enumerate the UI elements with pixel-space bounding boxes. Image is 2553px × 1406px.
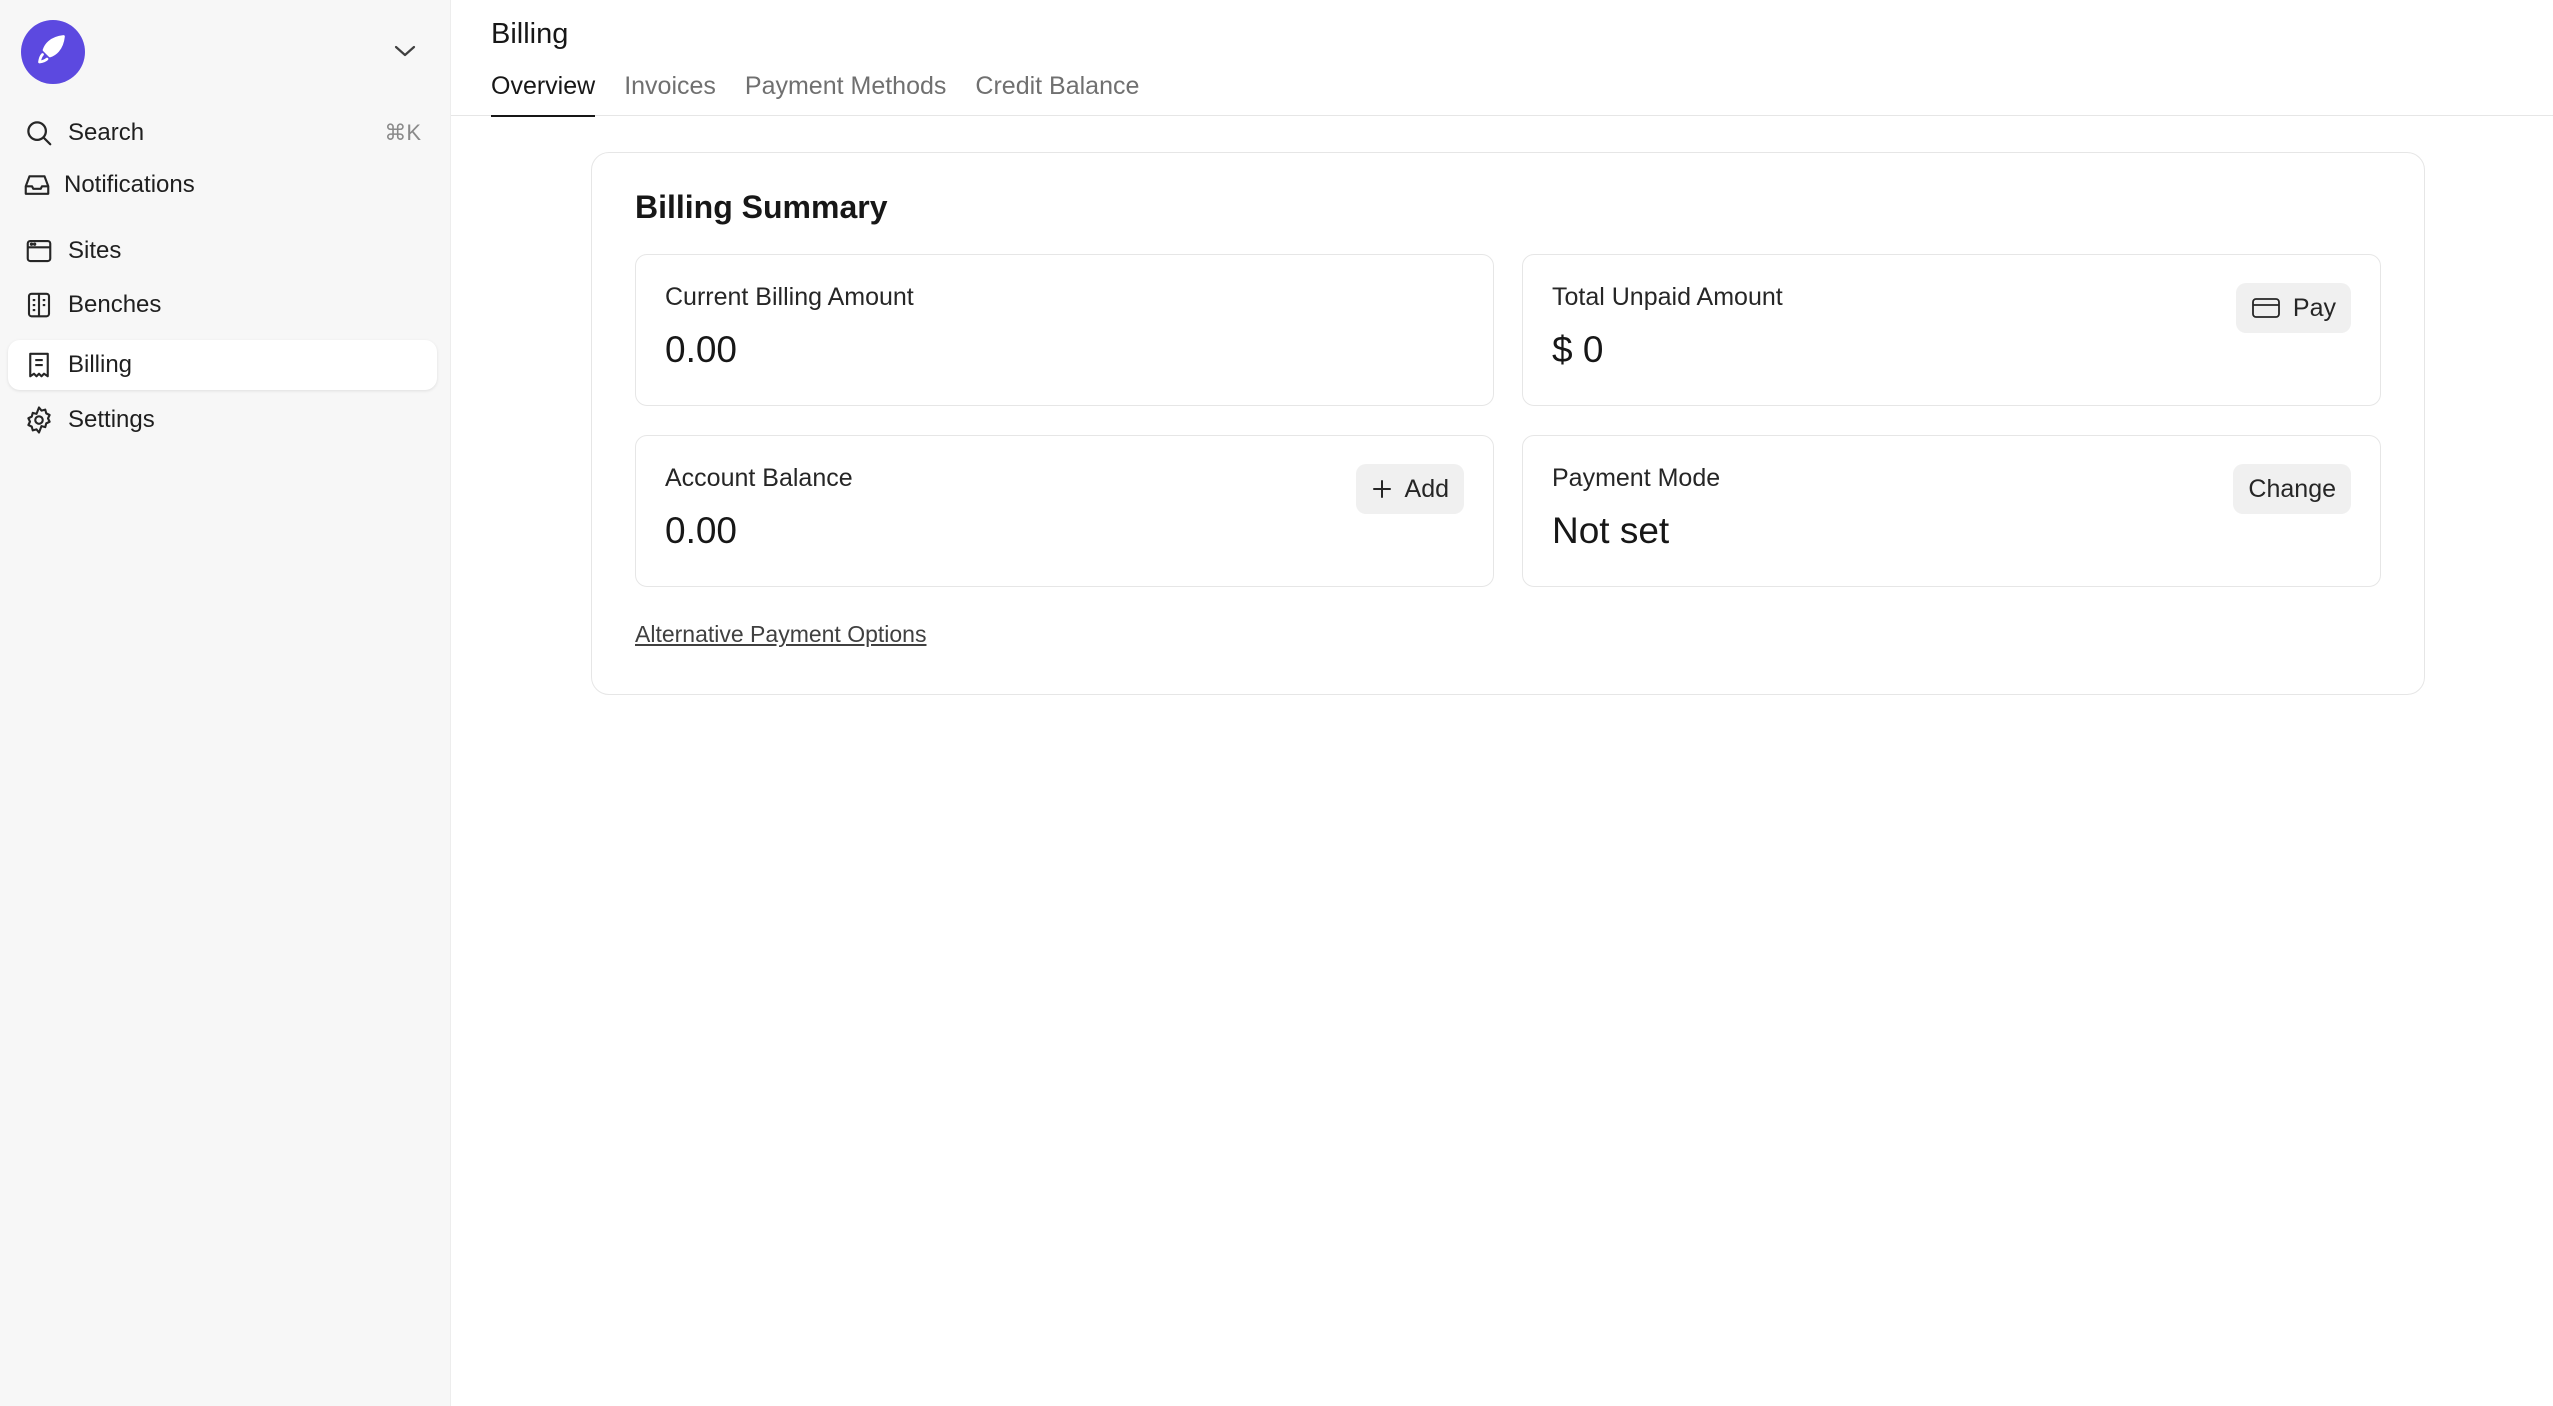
sidebar-item-billing[interactable]: Billing	[8, 340, 437, 390]
total-unpaid-amount-card: Total Unpaid Amount $ 0 Pay	[1522, 254, 2381, 406]
stat-value: 0.00	[665, 329, 738, 370]
stat-label: Payment Mode	[1552, 464, 1721, 492]
credit-card-icon	[2251, 296, 2281, 320]
inbox-icon	[20, 168, 54, 202]
stat-value: 0.00	[665, 510, 738, 551]
stat-label: Total Unpaid Amount	[1552, 283, 1783, 311]
pay-button[interactable]: Pay	[2235, 283, 2351, 333]
billing-summary-card: Billing Summary Current Billing Amount 0…	[591, 152, 2425, 695]
payment-mode-card: Payment Mode Not set Change	[1522, 435, 2381, 587]
tab-credit-balance[interactable]: Credit Balance	[975, 68, 1139, 116]
button-label: Add	[1404, 474, 1449, 503]
bench-icon	[22, 288, 56, 322]
plus-icon	[1371, 478, 1393, 500]
sidebar-item-search[interactable]: Search ⌘K	[8, 108, 437, 158]
sidebar-item-settings[interactable]: Settings	[8, 395, 437, 445]
app-window: Search ⌘K Notifications Sites Benches Bi…	[0, 0, 2553, 1406]
stat-value: Not set	[1552, 510, 1670, 551]
tab-bar: Overview Invoices Payment Methods Credit…	[491, 68, 1168, 117]
page-header: Billing Overview Invoices Payment Method…	[451, 0, 2553, 117]
browser-window-icon	[22, 234, 56, 268]
current-billing-amount-card: Current Billing Amount 0.00	[635, 254, 1494, 406]
sidebar-item-label: Benches	[68, 291, 162, 318]
add-balance-button[interactable]: Add	[1355, 464, 1464, 514]
page-title: Billing	[491, 18, 569, 50]
tab-payment-methods[interactable]: Payment Methods	[745, 68, 947, 116]
rocket-icon	[35, 32, 71, 73]
stat-value: $ 0	[1552, 329, 1604, 370]
search-icon	[22, 116, 56, 150]
gear-icon	[22, 403, 56, 437]
stat-label: Current Billing Amount	[665, 283, 914, 311]
keyboard-shortcut: ⌘K	[384, 120, 421, 145]
card-title: Billing Summary	[635, 189, 888, 225]
sidebar-item-label: Sites	[68, 237, 122, 264]
change-payment-mode-button[interactable]: Change	[2233, 464, 2351, 514]
sidebar-item-label: Search	[68, 119, 145, 146]
team-switcher-chevron-down-icon[interactable]	[390, 38, 420, 64]
button-label: Change	[2248, 474, 2336, 503]
tab-invoices[interactable]: Invoices	[624, 68, 716, 116]
sidebar-item-sites[interactable]: Sites	[8, 226, 437, 276]
stat-label: Account Balance	[665, 464, 853, 492]
tab-overview[interactable]: Overview	[491, 68, 596, 117]
sidebar-item-benches[interactable]: Benches	[8, 280, 437, 330]
account-balance-card: Account Balance 0.00 Add	[635, 435, 1494, 587]
sidebar-item-notifications[interactable]: Notifications	[8, 160, 437, 210]
sidebar-item-label: Billing	[68, 351, 133, 378]
sidebar: Search ⌘K Notifications Sites Benches Bi…	[0, 0, 451, 1406]
receipt-icon	[22, 348, 56, 382]
brand-logo[interactable]	[21, 20, 85, 84]
sidebar-item-label: Notifications	[64, 171, 195, 198]
button-label: Pay	[2292, 293, 2336, 322]
alternative-payment-options-link[interactable]: Alternative Payment Options	[635, 621, 926, 648]
sidebar-item-label: Settings	[68, 406, 155, 433]
main-content: Billing Overview Invoices Payment Method…	[451, 0, 2553, 1406]
